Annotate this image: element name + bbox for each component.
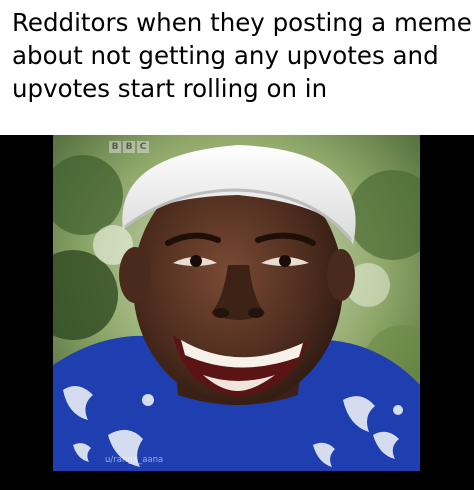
username-watermark: u/ranga_aana — [105, 455, 164, 465]
bbc-logo-letter: B — [123, 141, 135, 153]
meme-image-frame: B B C u/ranga_aana — [0, 135, 474, 490]
bbc-logo-letter: B — [109, 141, 121, 153]
meme-caption: Redditors when they posting a meme about… — [12, 6, 472, 105]
caption-line-1: Redditors when they posting a meme — [12, 8, 472, 37]
caption-line-3: upvotes start rolling on in — [12, 74, 328, 103]
bbc-logo-letter: C — [137, 141, 149, 153]
caption-line-2: about not getting any upvotes and — [12, 41, 439, 70]
meme-post: Redditors when they posting a meme about… — [0, 0, 474, 490]
meme-image: B B C — [53, 135, 420, 471]
bbc-logo: B B C — [109, 141, 149, 153]
smiling-chef-illustration — [53, 135, 420, 471]
